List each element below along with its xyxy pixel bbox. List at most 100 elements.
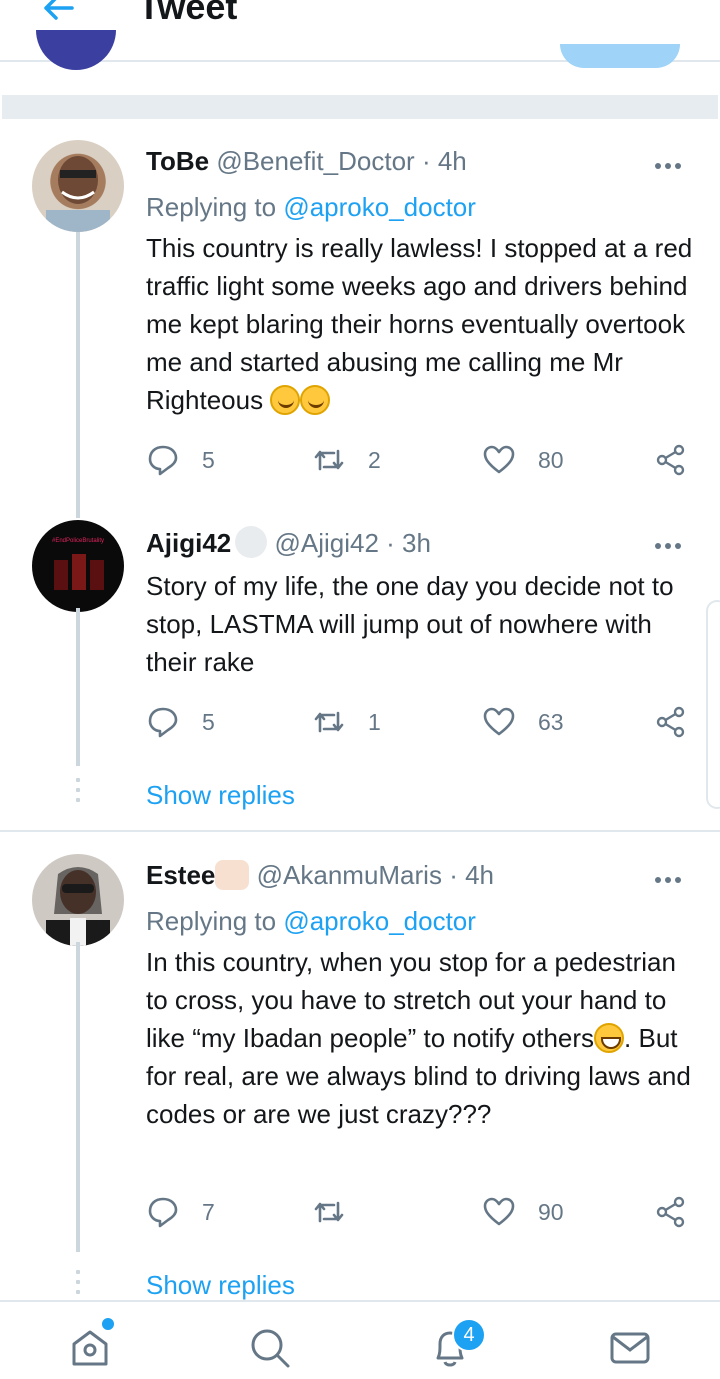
profile-badge-icon xyxy=(235,526,268,558)
reply-action[interactable]: 5 xyxy=(146,705,215,739)
more-options-icon[interactable] xyxy=(655,156,685,169)
reply-count: 5 xyxy=(202,446,215,473)
retweet-action[interactable] xyxy=(312,1195,368,1229)
timestamp: · 3h xyxy=(386,528,431,558)
rofl-emoji-icon xyxy=(270,385,301,415)
tweet-text: In this country, when you stop for a ped… xyxy=(146,943,696,1133)
user-handle[interactable]: @AkanmuMaris xyxy=(257,860,442,890)
reply-action[interactable]: 5 xyxy=(146,443,215,477)
avatar-photo xyxy=(46,156,110,232)
replying-to-label: Replying to xyxy=(146,192,277,222)
avatar-caption: #EndPoliceBrutality xyxy=(52,538,104,544)
reply-icon xyxy=(148,707,178,738)
show-replies-link[interactable]: Show replies xyxy=(146,780,295,811)
more-options-icon[interactable] xyxy=(655,870,685,883)
avatar-photo xyxy=(46,867,110,946)
tweet-text: Story of my life, the one day you decide… xyxy=(146,571,674,677)
retweet-action[interactable]: 2 xyxy=(312,443,381,477)
reply-tweet[interactable]: #EndPoliceBrutality Ajigi42 @Ajigi42 · 3… xyxy=(0,500,720,830)
raised-hands-emoji-icon xyxy=(215,860,250,890)
top-bar: Tweet xyxy=(0,0,720,70)
share-icon xyxy=(656,444,685,476)
retweet-icon xyxy=(314,711,344,733)
share-icon xyxy=(656,1196,685,1228)
nav-search[interactable] xyxy=(248,1326,292,1370)
like-action[interactable]: 90 xyxy=(482,1195,564,1229)
reply-tweet[interactable]: Estee @AkanmuMaris · 4h Replying to @apr… xyxy=(0,834,720,1300)
retweet-count: 2 xyxy=(368,446,381,473)
share-action[interactable] xyxy=(654,443,688,477)
notification-count-badge: 4 xyxy=(452,1318,486,1352)
mention-link[interactable]: @aproko_doctor xyxy=(283,192,476,222)
share-action[interactable] xyxy=(654,1195,688,1229)
tweet-actions: 5 2 80 xyxy=(146,443,706,477)
like-count: 63 xyxy=(538,708,564,735)
avatar[interactable] xyxy=(36,30,116,70)
display-name[interactable]: Ajigi42 xyxy=(146,528,231,558)
replying-to: Replying to @aproko_doctor xyxy=(146,906,476,937)
grinning-emoji-icon xyxy=(594,1023,625,1053)
thread-line xyxy=(76,942,80,1252)
tweet-header: Estee @AkanmuMaris · 4h xyxy=(146,860,494,891)
retweet-count: 1 xyxy=(368,708,381,735)
like-count: 80 xyxy=(538,446,564,473)
timestamp: · 4h xyxy=(449,860,494,890)
rofl-emoji-icon xyxy=(300,385,331,415)
tweet-actions: 7 90 xyxy=(146,1195,706,1229)
heart-icon xyxy=(483,707,515,736)
heart-icon xyxy=(483,1197,515,1226)
tweet-header: ToBe @Benefit_Doctor · 4h xyxy=(146,146,467,177)
like-count: 90 xyxy=(538,1198,564,1225)
avatar[interactable] xyxy=(32,140,124,232)
show-replies-link[interactable]: Show replies xyxy=(146,1270,295,1301)
home-icon xyxy=(72,1330,108,1366)
new-content-dot-icon xyxy=(102,1318,114,1330)
nav-home[interactable] xyxy=(68,1326,112,1370)
more-options-icon[interactable] xyxy=(655,536,685,549)
share-icon xyxy=(656,706,685,738)
reply-count: 7 xyxy=(202,1198,215,1225)
retweet-icon xyxy=(314,1201,344,1223)
tweet-header: Ajigi42 @Ajigi42 · 3h xyxy=(146,526,431,559)
scrollbar[interactable] xyxy=(706,600,720,809)
back-arrow-icon[interactable] xyxy=(40,0,76,26)
replying-to: Replying to @aproko_doctor xyxy=(146,192,476,223)
timestamp: · 4h xyxy=(421,146,467,176)
tweet-text-content: This country is really lawless! I stoppe… xyxy=(146,233,693,415)
user-handle[interactable]: @Benefit_Doctor xyxy=(216,146,414,176)
bottom-nav: 4 xyxy=(0,1300,720,1379)
heart-icon xyxy=(483,445,515,474)
avatar[interactable]: #EndPoliceBrutality xyxy=(32,520,124,612)
share-action[interactable] xyxy=(654,705,688,739)
thread-line xyxy=(76,608,80,766)
tweet-text: This country is really lawless! I stoppe… xyxy=(146,229,696,419)
display-name[interactable]: Estee xyxy=(146,860,215,890)
like-action[interactable]: 63 xyxy=(482,705,564,739)
replying-to-label: Replying to xyxy=(146,906,277,936)
reply-count: 5 xyxy=(202,708,215,735)
section-separator xyxy=(2,95,718,119)
mail-icon xyxy=(610,1332,650,1364)
like-action[interactable]: 80 xyxy=(482,443,564,477)
nav-messages[interactable] xyxy=(608,1326,652,1370)
page-title: Tweet xyxy=(138,0,238,27)
user-handle[interactable]: @Ajigi42 xyxy=(274,528,378,558)
thread-dots xyxy=(76,1270,80,1300)
tweet-actions: 5 1 63 xyxy=(146,705,706,739)
reply-action[interactable]: 7 xyxy=(146,1195,215,1229)
thread-dots xyxy=(76,778,80,808)
divider xyxy=(0,830,720,832)
retweet-icon xyxy=(314,449,344,471)
reply-icon xyxy=(148,1197,178,1228)
thread-line xyxy=(76,228,80,500)
follow-button[interactable] xyxy=(560,44,680,68)
display-name[interactable]: ToBe xyxy=(146,146,209,176)
search-icon xyxy=(251,1329,290,1368)
mention-link[interactable]: @aproko_doctor xyxy=(283,906,476,936)
avatar-photo: #EndPoliceBrutality xyxy=(52,538,104,590)
avatar[interactable] xyxy=(32,854,124,946)
reply-icon xyxy=(148,445,178,476)
thread-line xyxy=(76,500,80,518)
retweet-action[interactable]: 1 xyxy=(312,705,381,739)
reply-tweet[interactable]: ToBe @Benefit_Doctor · 4h Replying to @a… xyxy=(0,120,720,500)
